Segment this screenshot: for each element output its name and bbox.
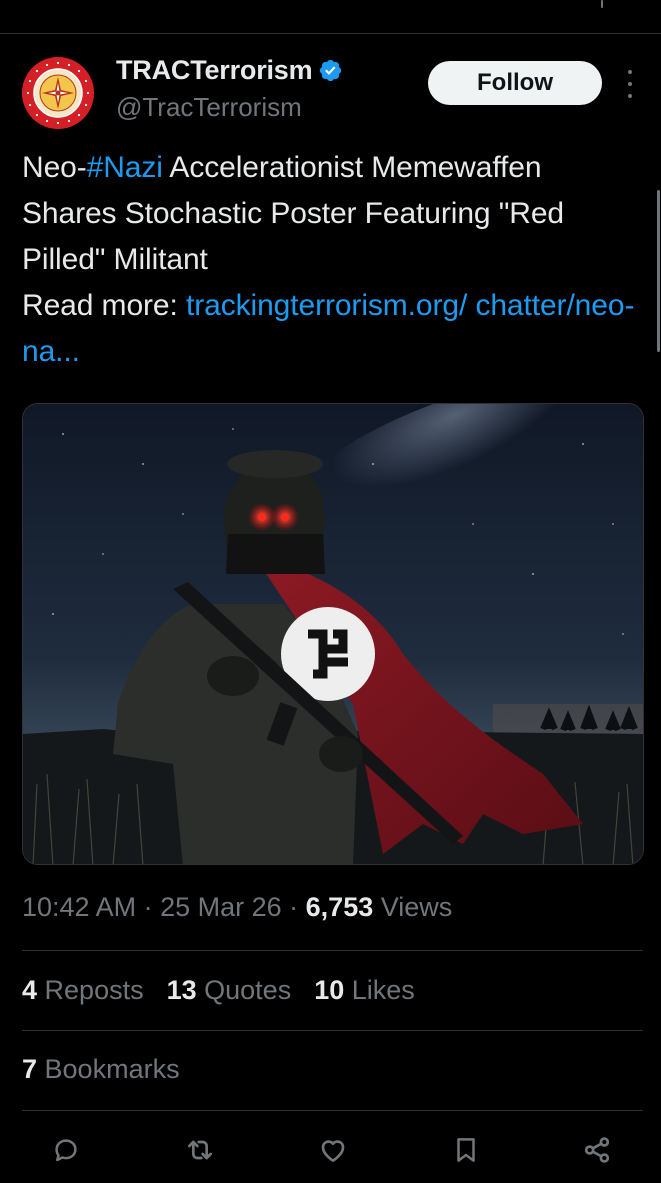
reposts-count: 4 bbox=[22, 975, 38, 1005]
author-handle[interactable]: @TracTerrorism bbox=[116, 92, 302, 123]
quotes-label: Quotes bbox=[196, 975, 292, 1005]
likes-stat[interactable]: 10 Likes bbox=[314, 975, 415, 1006]
quotes-stat[interactable]: 13 Quotes bbox=[167, 975, 292, 1006]
top-bar bbox=[0, 0, 661, 34]
hashtag-link[interactable]: #Nazi bbox=[87, 151, 163, 184]
reposts-stat[interactable]: 4 Reposts bbox=[22, 975, 144, 1006]
trac-seal-logo bbox=[22, 57, 94, 129]
verified-badge-icon[interactable] bbox=[318, 58, 343, 83]
quotes-count: 13 bbox=[166, 975, 197, 1005]
tweet-meta: 10:42 AM · 25 Mar 26 · 6,753 Views bbox=[22, 892, 452, 923]
text-prefix: Neo- bbox=[22, 151, 87, 184]
status-tick bbox=[601, 0, 603, 8]
reposts-label: Reposts bbox=[37, 975, 144, 1005]
like-icon[interactable] bbox=[313, 1130, 353, 1170]
bookmarks-count: 7 bbox=[22, 1054, 38, 1084]
action-bar bbox=[0, 1130, 661, 1170]
divider bbox=[22, 1110, 643, 1111]
divider bbox=[22, 1030, 643, 1031]
more-vertical-icon[interactable] bbox=[622, 70, 638, 98]
tweet-date[interactable]: 25 Mar 26 bbox=[160, 892, 282, 922]
tweet-image[interactable] bbox=[22, 403, 644, 865]
bookmark-icon[interactable] bbox=[446, 1130, 486, 1170]
reply-icon[interactable] bbox=[46, 1130, 86, 1170]
read-more-label: Read more: bbox=[22, 289, 178, 322]
author-name-row[interactable]: TRACTerrorism bbox=[116, 55, 343, 86]
scrollbar[interactable] bbox=[657, 190, 660, 352]
tweet-text: Neo-#Nazi Accelerationist Memewaffen Sha… bbox=[22, 145, 637, 375]
bookmarks-label: Bookmarks bbox=[37, 1054, 180, 1084]
tweet-time[interactable]: 10:42 AM bbox=[22, 892, 136, 922]
meta-separator: · bbox=[281, 892, 306, 922]
meta-separator: · bbox=[136, 892, 161, 922]
repost-icon[interactable] bbox=[180, 1130, 220, 1170]
views-count[interactable]: 6,753 bbox=[306, 892, 374, 922]
views-label: Views bbox=[373, 892, 453, 922]
engagement-stats: 4 Reposts 13 Quotes 10 Likes bbox=[22, 975, 438, 1006]
share-icon[interactable] bbox=[577, 1130, 617, 1170]
likes-label: Likes bbox=[344, 975, 415, 1005]
avatar[interactable] bbox=[22, 57, 94, 129]
display-name[interactable]: TRACTerrorism bbox=[116, 55, 313, 86]
likes-count: 10 bbox=[314, 975, 345, 1005]
top-divider bbox=[0, 33, 661, 34]
bookmarks-stat[interactable]: 7 Bookmarks bbox=[22, 1054, 180, 1085]
follow-button[interactable]: Follow bbox=[428, 61, 602, 105]
divider bbox=[22, 950, 643, 951]
